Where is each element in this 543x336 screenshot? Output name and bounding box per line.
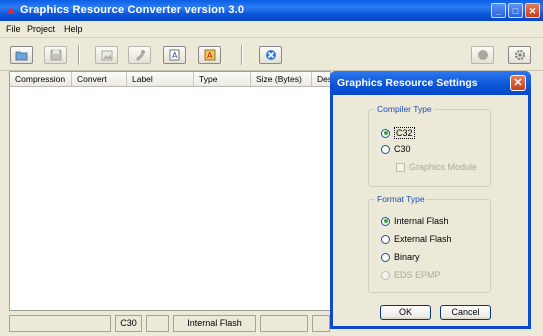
option-label: C32 [394, 127, 415, 139]
column-header[interactable]: Type [194, 72, 251, 86]
close-window-icon[interactable]: ✕ [525, 3, 540, 18]
delete-icon[interactable] [259, 46, 282, 64]
option-label: Internal Flash [394, 216, 449, 226]
menu-file[interactable]: File [6, 24, 21, 34]
format-option-eds-epmp: EDS EPMP [381, 270, 441, 280]
column-header[interactable]: Desc [312, 72, 332, 86]
option-label: External Flash [394, 234, 452, 244]
save-icon[interactable] [44, 46, 67, 64]
close-icon[interactable]: ✕ [510, 75, 526, 91]
settings-dialog: Graphics Resource Settings ✕ Compiler Ty… [330, 71, 531, 329]
option-label: Binary [394, 252, 420, 262]
circle-icon[interactable] [471, 46, 494, 64]
radio-icon[interactable] [381, 128, 390, 138]
option-label: Graphics Module [409, 162, 478, 172]
format-option-external-flash[interactable]: External Flash [381, 234, 452, 244]
ok-button[interactable]: OK [380, 305, 431, 320]
graphics-module-checkbox[interactable]: Graphics Module [396, 162, 477, 172]
option-label: C30 [394, 144, 411, 154]
radio-icon[interactable] [381, 234, 390, 244]
minimize-icon[interactable]: _ [491, 3, 506, 18]
add-image-icon[interactable] [95, 46, 118, 64]
add-tool-icon[interactable] [128, 46, 151, 64]
group-label: Format Type [375, 194, 427, 204]
main-title-bar: ▲ Graphics Resource Converter version 3.… [0, 0, 543, 21]
status-memory: Internal Flash [173, 315, 256, 332]
add-font-icon[interactable]: A [198, 46, 221, 64]
dialog-body: Compiler Type C32 C30 Graphics Module Fo… [333, 95, 528, 326]
menu-project[interactable]: Project [27, 24, 55, 34]
group-label: Compiler Type [375, 104, 434, 114]
dialog-title: Graphics Resource Settings [337, 77, 478, 89]
svg-text:A: A [207, 51, 213, 60]
toolbar: A A [0, 38, 543, 71]
window-title: Graphics Resource Converter version 3.0 [20, 4, 245, 16]
column-header[interactable]: Convert [72, 72, 127, 86]
option-label: EDS EPMP [394, 270, 441, 280]
settings-icon[interactable] [508, 46, 531, 64]
status-panel [9, 315, 111, 332]
radio-icon[interactable] [381, 144, 390, 154]
toolbar-separator [241, 45, 243, 65]
status-panel [146, 315, 169, 332]
dialog-title-bar: Graphics Resource Settings ✕ [330, 71, 531, 95]
maximize-icon[interactable]: □ [508, 3, 523, 18]
compiler-option-c32[interactable]: C32 [381, 127, 415, 139]
window-controls: _ □ ✕ [491, 3, 540, 18]
compiler-option-c30[interactable]: C30 [381, 144, 411, 154]
cancel-button[interactable]: Cancel [440, 305, 491, 320]
toolbar-separator [78, 45, 80, 65]
format-type-group: Format Type Internal Flash External Flas… [368, 194, 491, 293]
radio-icon[interactable] [381, 252, 390, 262]
format-option-binary[interactable]: Binary [381, 252, 420, 262]
status-panel [312, 315, 330, 332]
column-header[interactable]: Compression [10, 72, 72, 86]
table-header: Compression Convert Label Type Size (Byt… [10, 72, 332, 87]
column-header[interactable]: Label [127, 72, 194, 86]
checkbox-icon[interactable] [396, 162, 405, 172]
menu-help[interactable]: Help [64, 24, 83, 34]
add-text-icon[interactable]: A [163, 46, 186, 64]
radio-icon [381, 270, 390, 280]
radio-icon[interactable] [381, 216, 390, 226]
open-folder-icon[interactable] [10, 46, 33, 64]
svg-text:A: A [172, 51, 178, 60]
app-logo-icon: ▲ [5, 3, 17, 17]
menu-bar: File Project Help [0, 21, 543, 38]
resource-table[interactable]: Compression Convert Label Type Size (Byt… [9, 71, 332, 311]
format-option-internal-flash[interactable]: Internal Flash [381, 216, 449, 226]
status-panel [260, 315, 308, 332]
status-compiler: C30 [115, 315, 142, 332]
compiler-type-group: Compiler Type C32 C30 Graphics Module [368, 104, 491, 187]
column-header[interactable]: Size (Bytes) [251, 72, 312, 86]
